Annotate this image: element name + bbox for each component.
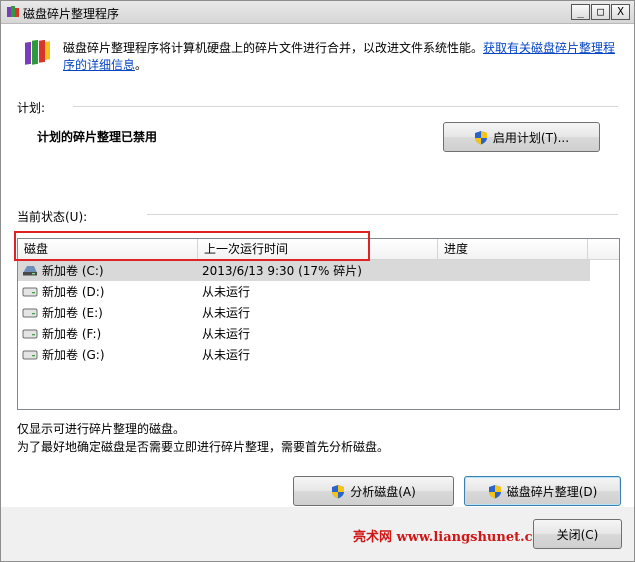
disk-cell: 新加卷 (G:) xyxy=(18,346,198,363)
hard-drive-icon xyxy=(22,350,38,360)
disk-row-d[interactable]: 新加卷 (D:) 从未运行 xyxy=(18,281,619,302)
disk-name: 新加卷 (E:) xyxy=(42,306,103,320)
disk-name: 新加卷 (F:) xyxy=(42,327,102,341)
disk-row-f[interactable]: 新加卷 (F:) 从未运行 xyxy=(18,323,619,344)
main-content: 磁盘碎片整理程序将计算机硬盘上的碎片文件进行合并，以改进文件系统性能。获取有关磁… xyxy=(1,24,634,507)
uac-shield-icon xyxy=(474,130,487,144)
disk-name: 新加卷 (D:) xyxy=(42,285,105,299)
uac-shield-icon xyxy=(488,484,501,498)
hard-drive-icon xyxy=(22,287,38,297)
column-progress[interactable]: 进度 xyxy=(438,239,588,259)
note-line-2: 为了最好地确定磁盘是否需要立即进行碎片整理，需要首先分析磁盘。 xyxy=(17,440,390,454)
schedule-label: 计划: xyxy=(17,101,46,115)
analyze-disk-label: 分析磁盘(A) xyxy=(350,484,416,499)
disk-cell: 新加卷 (E:) xyxy=(18,304,198,321)
disk-row-g[interactable]: 新加卷 (G:) 从未运行 xyxy=(18,344,619,365)
window-controls: _ □ X xyxy=(571,4,630,20)
minimize-button[interactable]: _ xyxy=(571,4,590,20)
hard-drive-icon xyxy=(22,329,38,339)
last-run-cell: 从未运行 xyxy=(202,327,251,341)
defrag-large-icon xyxy=(25,39,50,65)
intro-description: 磁盘碎片整理程序将计算机硬盘上的碎片文件进行合并，以改进文件系统性能。 xyxy=(63,41,484,55)
enable-schedule-label: 启用计划(T)... xyxy=(492,130,570,145)
disk-cell: 新加卷 (F:) xyxy=(18,325,198,342)
disk-row-c[interactable]: 新加卷 (C:) 2013/6/13 9:30 (17% 碎片) xyxy=(18,260,590,281)
last-run-cell: 从未运行 xyxy=(202,285,251,299)
title-bar[interactable]: 磁盘碎片整理程序 _ □ X xyxy=(1,1,634,24)
status-separator xyxy=(147,214,618,215)
defrag-disk-button[interactable]: 磁盘碎片整理(D) xyxy=(464,476,621,506)
disk-list[interactable]: 磁盘 上一次运行时间 进度 新加卷 (C:) 2013/6/13 9:30 (1… xyxy=(17,238,620,410)
last-run-cell: 从未运行 xyxy=(202,306,251,320)
last-run-cell: 从未运行 xyxy=(202,348,251,362)
defrag-window: 磁盘碎片整理程序 _ □ X 磁盘碎片整理程序将计算机硬盘上的碎片文件进行合并，… xyxy=(0,0,635,562)
column-last-run[interactable]: 上一次运行时间 xyxy=(198,239,438,259)
close-button[interactable]: 关闭(C) xyxy=(533,519,622,549)
window-title: 磁盘碎片整理程序 xyxy=(23,7,120,21)
disk-list-header: 磁盘 上一次运行时间 进度 xyxy=(18,239,619,260)
hard-drive-icon xyxy=(22,308,38,318)
disk-name: 新加卷 (G:) xyxy=(42,348,105,362)
watermark: 亮术网 www.liangshunet.com xyxy=(353,530,555,545)
enable-schedule-button[interactable]: 启用计划(T)... xyxy=(443,122,600,152)
column-disk[interactable]: 磁盘 xyxy=(18,239,198,259)
disk-row-e[interactable]: 新加卷 (E:) 从未运行 xyxy=(18,302,619,323)
note-line-1: 仅显示可进行碎片整理的磁盘。 xyxy=(17,422,186,436)
disk-name: 新加卷 (C:) xyxy=(42,264,104,278)
intro-text: 磁盘碎片整理程序将计算机硬盘上的碎片文件进行合并，以改进文件系统性能。获取有关磁… xyxy=(63,40,623,74)
close-label: 关闭(C) xyxy=(556,527,599,542)
system-drive-icon xyxy=(23,266,37,276)
current-status-label: 当前状态(U): xyxy=(17,210,88,224)
disk-cell: 新加卷 (C:) xyxy=(18,262,198,279)
analyze-disk-button[interactable]: 分析磁盘(A) xyxy=(293,476,454,506)
uac-shield-icon xyxy=(332,484,345,498)
intro-end: 。 xyxy=(135,58,148,72)
last-run-cell: 2013/6/13 9:30 (17% 碎片) xyxy=(202,264,362,278)
maximize-button[interactable]: □ xyxy=(591,4,610,20)
disk-cell: 新加卷 (D:) xyxy=(18,283,198,300)
close-window-button[interactable]: X xyxy=(611,4,630,20)
schedule-separator xyxy=(73,106,618,107)
defrag-disk-label: 磁盘碎片整理(D) xyxy=(506,484,598,499)
defrag-app-icon xyxy=(7,6,19,17)
schedule-status: 计划的碎片整理已禁用 xyxy=(37,130,158,144)
column-filler xyxy=(588,239,619,259)
